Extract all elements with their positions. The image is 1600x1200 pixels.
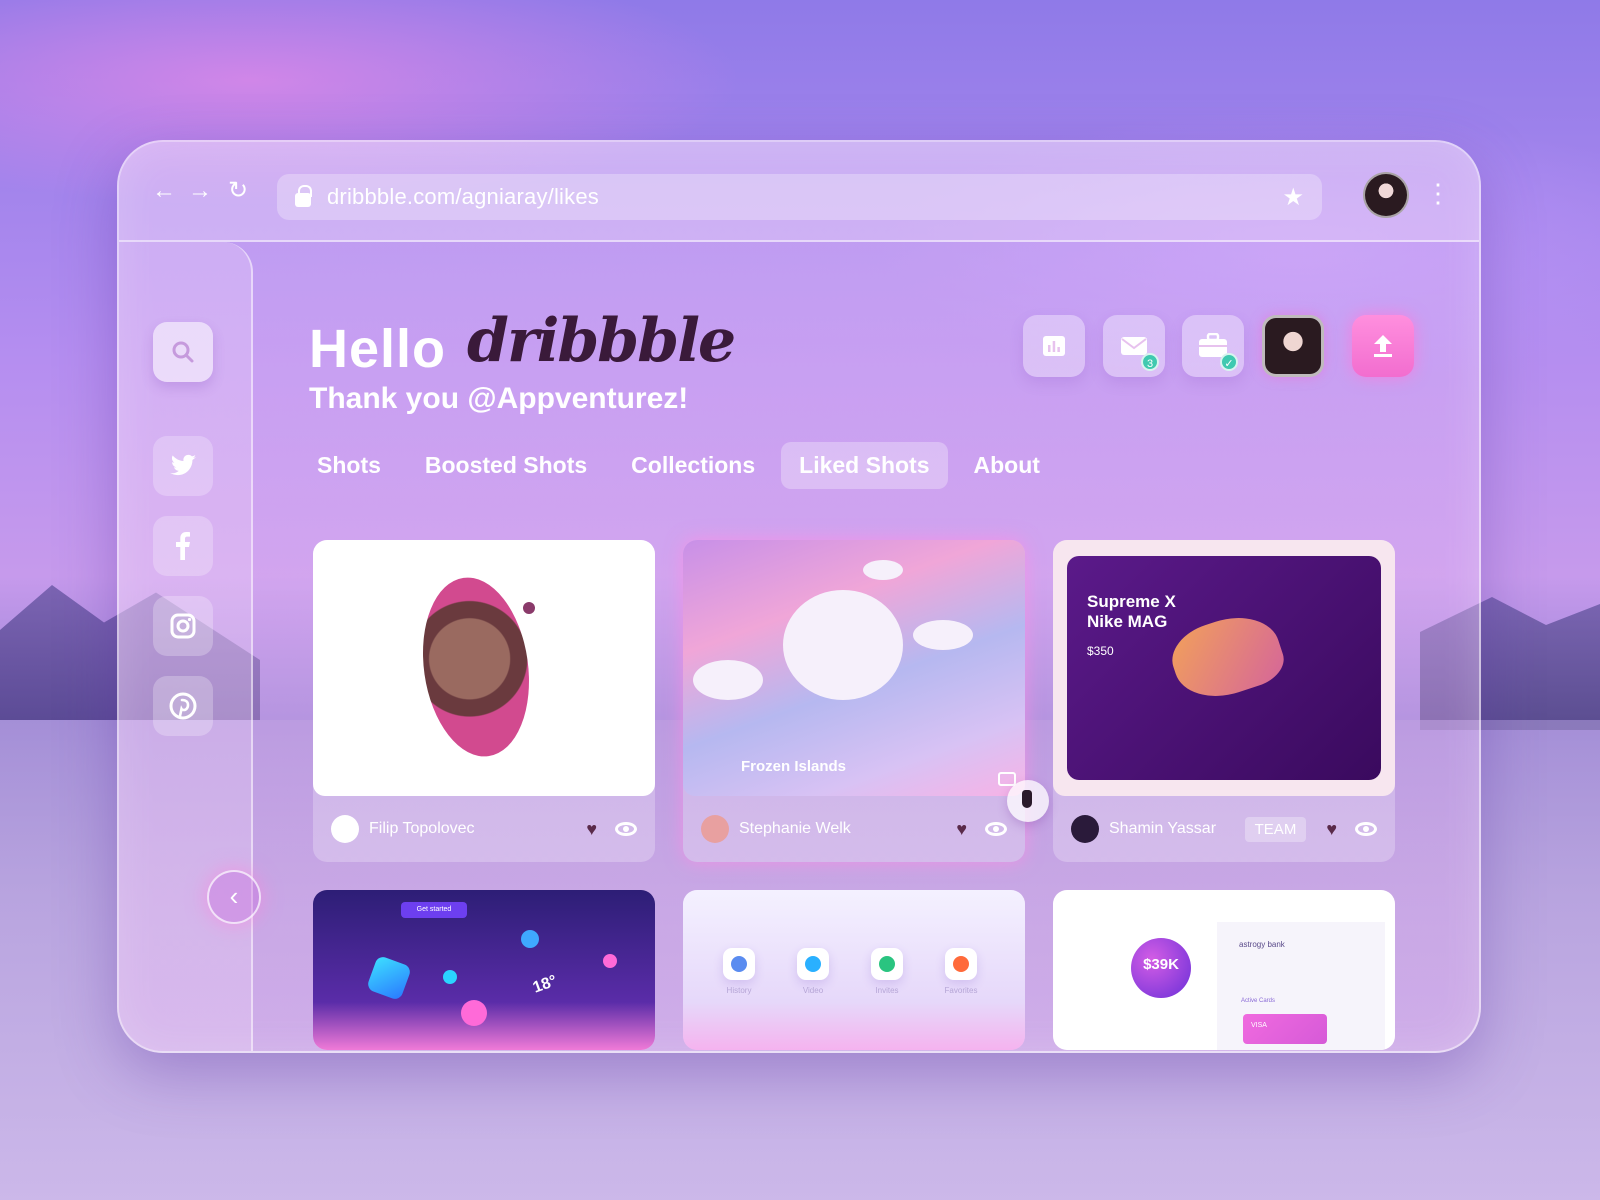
browser-profile-avatar[interactable] (1363, 172, 1409, 218)
reload-icon[interactable]: ↻ (223, 176, 253, 206)
stats-button[interactable] (1023, 315, 1085, 377)
lock-icon (295, 185, 312, 207)
shot-price: $350 (1087, 644, 1114, 658)
shot-thumbnail[interactable]: Supreme X Nike MAG $350 (1053, 540, 1395, 796)
upload-button[interactable] (1352, 315, 1414, 377)
video-icon (797, 948, 829, 980)
back-icon[interactable]: ← (149, 176, 179, 206)
author-avatar[interactable] (701, 815, 729, 843)
cloud-illustration (863, 560, 903, 580)
thanks-subtitle: Thank you @Appventurez! (309, 382, 689, 415)
hello-heading: Hello (309, 319, 447, 379)
team-badge: TEAM (1244, 816, 1307, 842)
tab-shots[interactable]: Shots (299, 442, 399, 489)
temperature-text: 18° (530, 972, 560, 997)
shot-card[interactable]: History Video Invites Favorites (683, 890, 1025, 1050)
heart-icon[interactable]: ♥ (586, 819, 597, 840)
pinterest-icon (169, 692, 197, 720)
icon-label: Favorites (944, 986, 978, 995)
cloud-illustration (693, 660, 763, 700)
tab-liked-shots[interactable]: Liked Shots (781, 442, 948, 489)
shot-thumbnail[interactable]: $39K astrogy bank Active Cards VISA (1053, 890, 1395, 1050)
moon-illustration (523, 602, 535, 614)
hand-cursor-icon (1007, 780, 1049, 822)
eye-icon[interactable] (985, 822, 1007, 836)
shot-thumbnail[interactable]: Get started 18° (313, 890, 655, 1050)
cloud-illustration (913, 620, 973, 650)
facebook-icon (176, 532, 190, 560)
sidebar (119, 242, 253, 1051)
mail-count-badge: 3 (1141, 353, 1159, 371)
shot-title: Frozen Islands (741, 758, 847, 775)
add-to-collection-icon[interactable] (998, 772, 1016, 786)
jobs-button[interactable]: ✓ (1182, 315, 1244, 377)
author-name[interactable]: Stephanie Welk (739, 820, 946, 838)
sphere-illustration (603, 954, 617, 968)
sphere-illustration (461, 1000, 487, 1026)
instagram-icon (170, 613, 196, 639)
dribbble-logo: dribbble (467, 306, 736, 376)
shot-thumbnail[interactable] (313, 540, 655, 796)
visa-card: VISA (1243, 1014, 1327, 1044)
collapse-sidebar-button[interactable]: ‹ (207, 870, 261, 924)
search-button[interactable] (153, 322, 213, 382)
heart-icon[interactable]: ♥ (956, 819, 967, 840)
instagram-button[interactable] (153, 596, 213, 656)
get-started-mock-button: Get started (401, 902, 467, 918)
balance-amount: $39K (1131, 938, 1191, 998)
shot-card[interactable]: Supreme X Nike MAG $350 Shamin Yassar TE… (1053, 540, 1395, 862)
heart-icon[interactable]: ♥ (1326, 819, 1337, 840)
cloud-illustration (783, 590, 903, 700)
mail-icon (1121, 337, 1147, 355)
messages-button[interactable]: 3 (1103, 315, 1165, 377)
profile-tabs: Shots Boosted Shots Collections Liked Sh… (299, 442, 1058, 489)
tab-collections[interactable]: Collections (613, 442, 773, 489)
icon-label: History (726, 986, 752, 995)
icon-label: Invites (875, 986, 899, 995)
cube-illustration (365, 954, 413, 1002)
author-avatar[interactable] (1071, 815, 1099, 843)
bank-name: astrogy bank (1239, 940, 1285, 949)
shot-title: Supreme X Nike MAG (1087, 592, 1176, 631)
eye-icon[interactable] (615, 822, 637, 836)
invites-icon (871, 948, 903, 980)
shot-card[interactable]: Filip Topolovec ♥ (313, 540, 655, 862)
tab-boosted-shots[interactable]: Boosted Shots (407, 442, 605, 489)
basketball-planet-illustration (411, 570, 541, 764)
pinterest-button[interactable] (153, 676, 213, 736)
facebook-button[interactable] (153, 516, 213, 576)
browser-toolbar: ← → ↻ dribbble.com/agniaray/likes ★ ⋮ (119, 142, 1479, 242)
shot-card[interactable]: Get started 18° (313, 890, 655, 1050)
eye-icon[interactable] (1355, 822, 1377, 836)
active-cards-label: Active Cards (1241, 998, 1276, 1004)
address-bar[interactable]: dribbble.com/agniaray/likes ★ (277, 174, 1322, 220)
sphere-illustration (521, 930, 539, 948)
forward-icon[interactable]: → (185, 176, 215, 206)
favorites-icon (945, 948, 977, 980)
sphere-illustration (443, 970, 457, 984)
author-name[interactable]: Filip Topolovec (369, 820, 576, 838)
url-text[interactable]: dribbble.com/agniaray/likes (327, 184, 1282, 210)
icon-label: Video (802, 986, 824, 995)
shot-card[interactable]: Frozen Islands Stephanie Welk ♥ (683, 540, 1025, 862)
history-icon (723, 948, 755, 980)
twitter-button[interactable] (153, 436, 213, 496)
author-name[interactable]: Shamin Yassar (1109, 820, 1235, 838)
tab-about[interactable]: About (956, 442, 1058, 489)
bookmark-star-icon[interactable]: ★ (1282, 183, 1304, 212)
bar-chart-icon (1043, 336, 1065, 356)
upload-icon (1374, 335, 1392, 357)
shot-thumbnail[interactable]: Frozen Islands (683, 540, 1025, 796)
browser-window: ← → ↻ dribbble.com/agniaray/likes ★ ⋮ ‹ … (117, 140, 1481, 1053)
shot-card[interactable]: $39K astrogy bank Active Cards VISA (1053, 890, 1395, 1050)
browser-menu-icon[interactable]: ⋮ (1425, 178, 1451, 212)
user-avatar-button[interactable] (1262, 315, 1324, 377)
author-avatar[interactable] (331, 815, 359, 843)
shot-thumbnail[interactable]: History Video Invites Favorites (683, 890, 1025, 1050)
twitter-icon (170, 454, 196, 476)
check-icon: ✓ (1220, 353, 1238, 371)
search-icon (172, 341, 194, 363)
